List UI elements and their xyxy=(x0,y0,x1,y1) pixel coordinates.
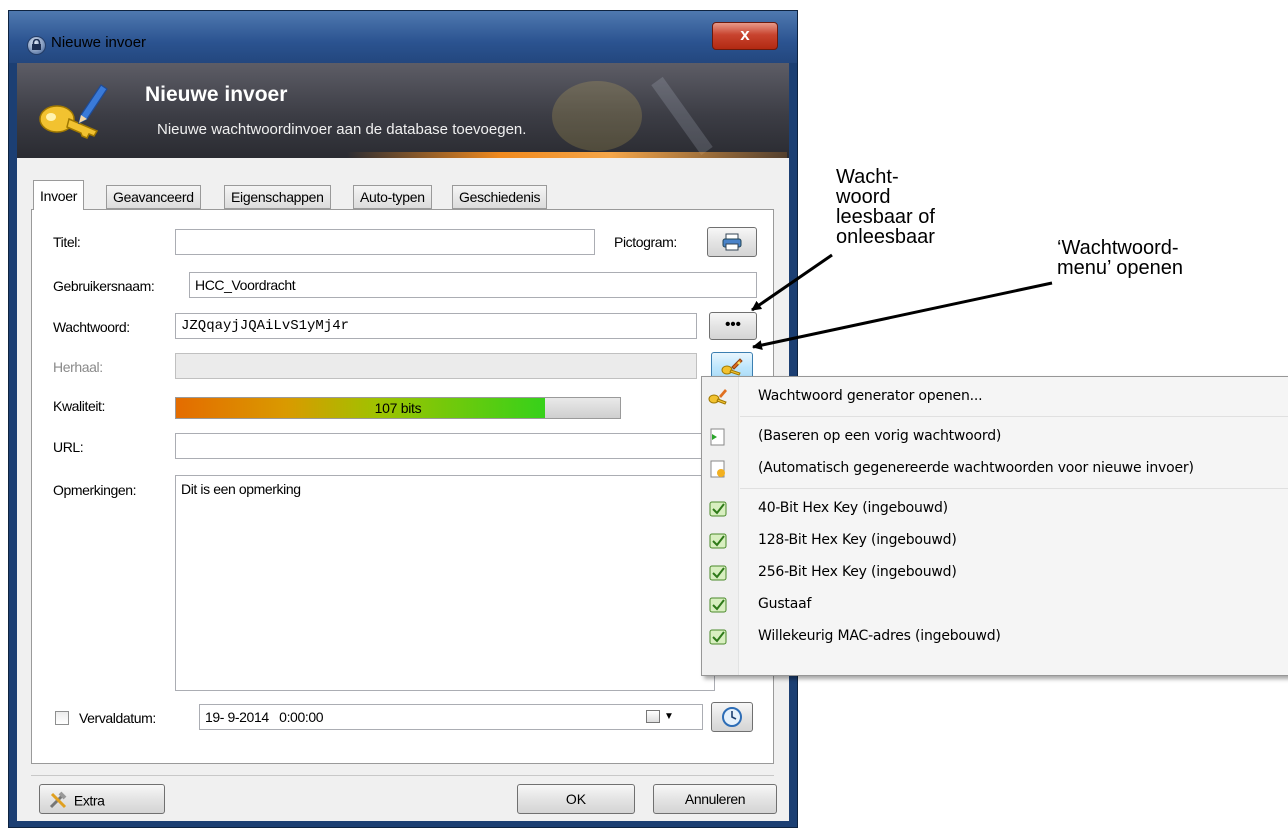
arrow-to-password-menu xyxy=(752,281,1053,351)
arrow-to-show-password xyxy=(751,253,833,312)
annotation-arrows xyxy=(751,253,1053,351)
tab-invoer[interactable]: Invoer xyxy=(33,180,85,210)
